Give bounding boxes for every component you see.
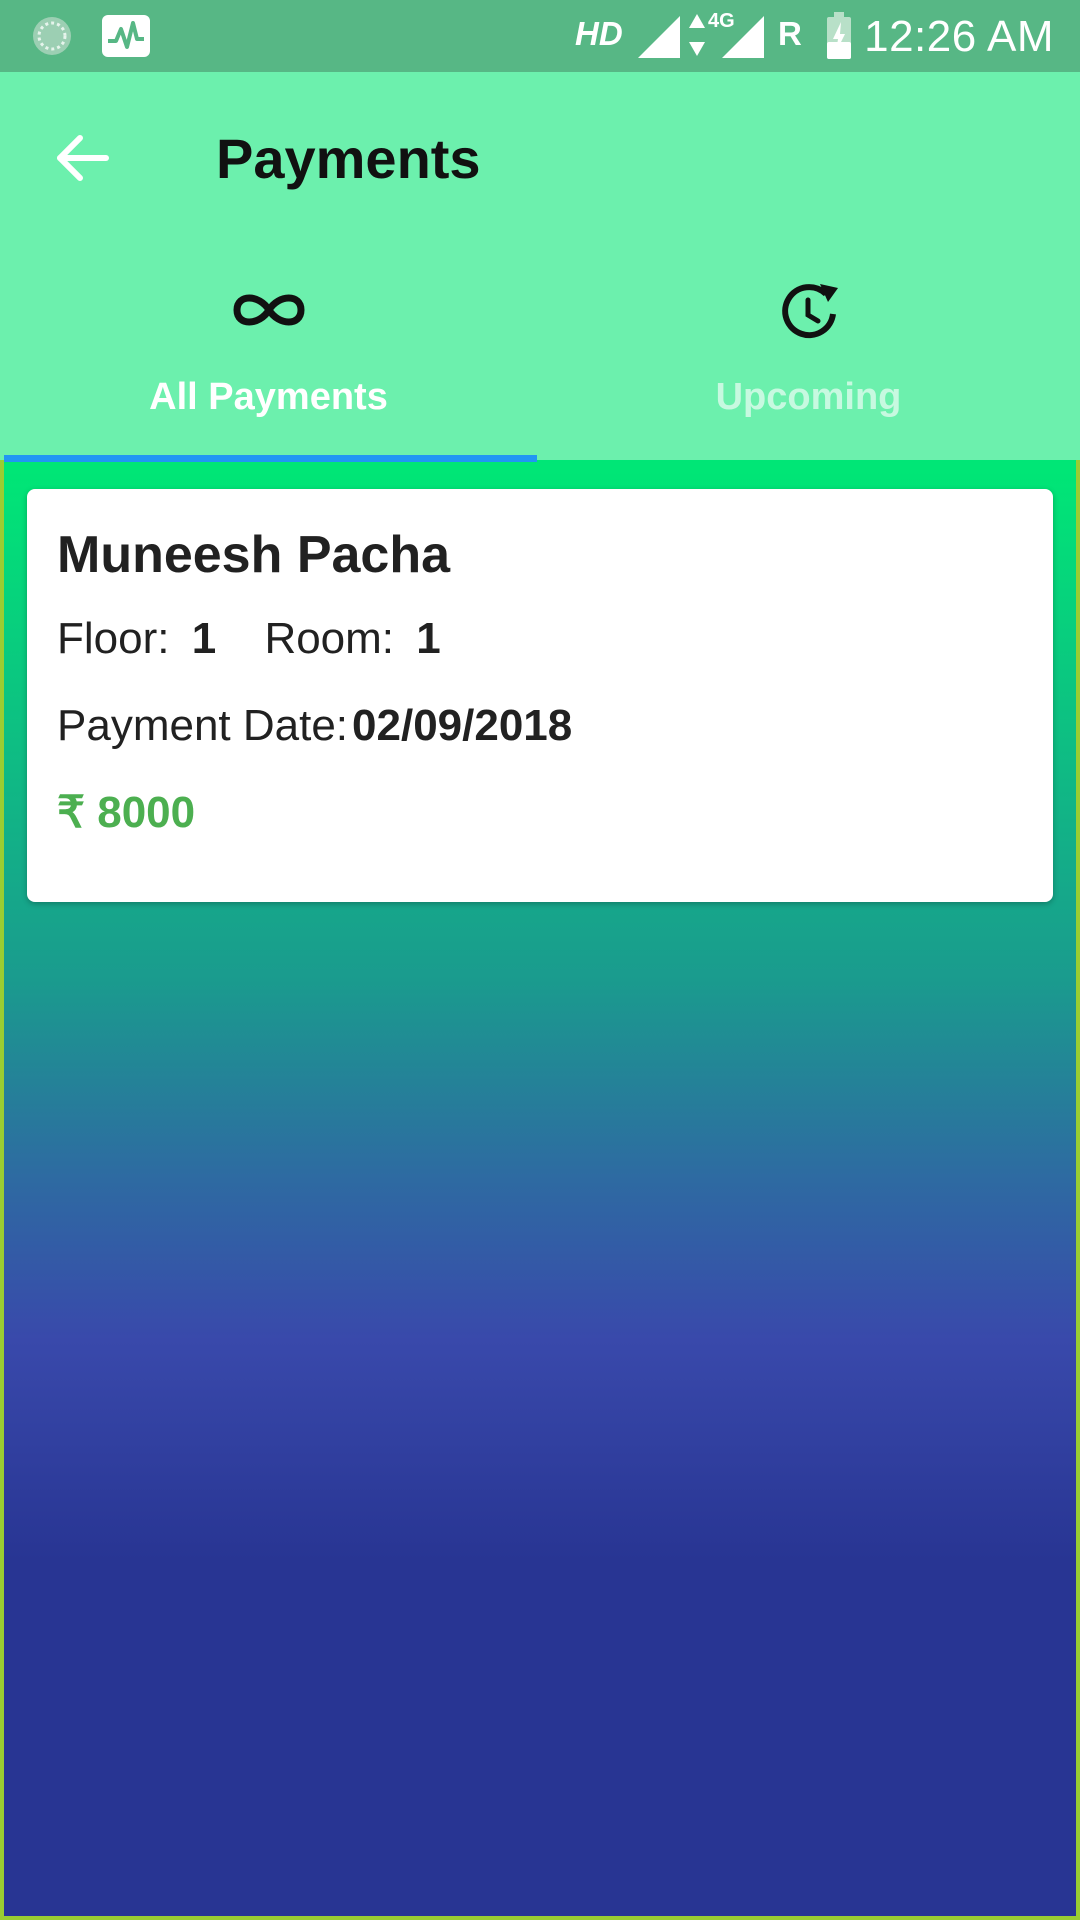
payment-card[interactable]: Muneesh Pacha Floor: 1 Room: 1 Payment D… xyxy=(27,489,1053,902)
tab-label: All Payments xyxy=(149,376,388,418)
signal-strength-icon xyxy=(722,16,764,58)
data-transfer-icon xyxy=(689,14,705,56)
tab-all-payments[interactable]: All Payments xyxy=(0,270,537,462)
hd-indicator: HD xyxy=(575,15,623,52)
roaming-indicator: R xyxy=(778,15,802,52)
battery-charging-icon xyxy=(827,12,851,59)
back-button[interactable] xyxy=(48,122,120,194)
floor-label: Floor: xyxy=(57,614,170,663)
room-label: Room: xyxy=(264,614,395,663)
floor-value: 1 xyxy=(191,614,217,663)
tab-label: Upcoming xyxy=(715,376,902,418)
payment-amount: ₹ 8000 xyxy=(57,787,195,838)
loading-circle-icon xyxy=(33,17,71,55)
infinity-icon xyxy=(232,294,305,326)
tab-indicator xyxy=(4,455,537,462)
tab-upcoming[interactable]: Upcoming xyxy=(537,270,1080,462)
payment-date-value: 02/09/2018 xyxy=(352,701,573,750)
clock: 12:26 AM xyxy=(864,12,1054,61)
activity-app-icon xyxy=(102,15,150,57)
page-title: Payments xyxy=(216,127,481,190)
arrow-left-icon xyxy=(57,135,109,181)
tenant-name: Muneesh Pacha xyxy=(57,526,451,584)
payment-date-line: Payment Date:02/09/2018 xyxy=(57,701,572,751)
payment-date-label: Payment Date: xyxy=(57,701,349,750)
room-value: 1 xyxy=(416,614,441,663)
signal-strength-icon xyxy=(638,16,680,58)
rupee-icon: ₹ xyxy=(57,788,85,837)
status-bar: HD 4G R 12:26 AM xyxy=(0,0,1080,72)
clock-refresh-icon xyxy=(781,284,838,339)
amount-value: 8000 xyxy=(97,788,196,837)
floor-room-line: Floor: 1 Room: 1 xyxy=(57,614,441,664)
